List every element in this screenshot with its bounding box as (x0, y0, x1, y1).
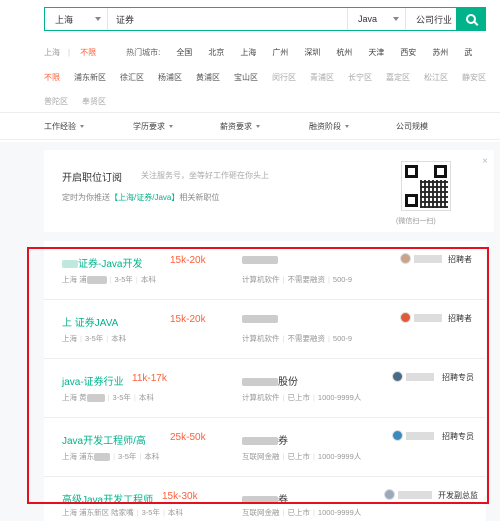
job-title[interactable]: Java开发工程师/高 (62, 432, 146, 447)
subscription-tip: 关注服务号，坐等好工作砸在你头上 (141, 171, 269, 180)
recruiter-role: 开发副总监 (438, 491, 478, 500)
company-name[interactable]: 券 (242, 432, 288, 447)
filter-bar: 工作经验 学历要求 薪资要求 融资阶段 公司规模 (0, 112, 500, 140)
district-link[interactable]: 松江区 (424, 72, 448, 83)
scan-hint: (微信扫一扫) (396, 218, 436, 225)
district-link[interactable]: 杨浦区 (158, 72, 182, 83)
close-icon[interactable]: × (482, 156, 488, 167)
recruiter-role: 招聘专员 (442, 432, 474, 441)
district-link[interactable]: 闵行区 (272, 72, 296, 83)
district-unlimited[interactable]: 不限 (44, 72, 60, 83)
job-salary: 25k-50k (170, 432, 206, 443)
district-link[interactable]: 黄浦区 (196, 72, 220, 83)
avatar (400, 253, 411, 264)
job-title[interactable]: 证券-Java开发 (62, 255, 142, 270)
city-link[interactable]: 全国 (176, 47, 192, 58)
company-meta: 互联网金融 | 已上市 | 1000-9999人 (242, 452, 362, 461)
district-link[interactable]: 奉贤区 (82, 96, 106, 107)
search-button[interactable] (456, 7, 486, 31)
company-meta: 计算机软件 | 不需要融资 | 500-9 (242, 275, 353, 284)
job-salary: 15k-20k (170, 314, 206, 325)
city-link[interactable]: 上海 (240, 47, 256, 58)
chevron-down-icon (393, 17, 399, 21)
recruiter-name (398, 491, 432, 499)
filter-funding[interactable]: 融资阶段 (309, 121, 349, 132)
job-salary: 11k-17k (132, 373, 167, 384)
district-link[interactable]: 浦东新区 (74, 72, 106, 83)
job-item[interactable]: Java开发工程师/高 25k-50k 上海 浦东 | 3-5年 | 本科 券 互联网金… (44, 418, 486, 477)
job-item[interactable]: 高级Java开发工程师 15k-30k 上海 浦东新区 陆家嘴 | 3-5年 | 本科 … (44, 477, 486, 521)
district-link[interactable]: 宝山区 (234, 72, 258, 83)
city-select[interactable]: 上海 (45, 8, 107, 30)
language-select[interactable]: Java (347, 8, 405, 30)
city-link[interactable]: 苏州 (432, 47, 448, 58)
subscription-card: 开启职位订阅 关注服务号，坐等好工作砸在你头上 定时为你推送【上海/证券/Jav… (44, 150, 494, 232)
city-link[interactable]: 北京 (208, 47, 224, 58)
job-list: 证券-Java开发 15k-20k 上海 浦 | 3-5年 | 本科 计算机软件 | 不需要… (44, 241, 486, 521)
city-link[interactable]: 武 (464, 47, 472, 58)
avatar (392, 371, 403, 382)
job-item[interactable]: 证券-Java开发 15k-20k 上海 浦 | 3-5年 | 本科 计算机软件 | 不需要… (44, 241, 486, 300)
city-unlimited[interactable]: 不限 (80, 47, 96, 58)
recruiter-name (406, 432, 434, 440)
job-meta: 上海 黄 | 3-5年 | 本科 (62, 393, 154, 403)
city-link[interactable]: 天津 (368, 47, 384, 58)
subscription-line: 定时为你推送【上海/证券/Java】相关新职位 (62, 193, 220, 202)
company-meta: 计算机软件 | 不需要融资 | 500-9 (242, 334, 353, 343)
job-meta: 上海 浦 | 3-5年 | 本科 (62, 275, 156, 285)
search-icon (466, 14, 476, 24)
district-link[interactable]: 普陀区 (44, 96, 68, 107)
avatar (392, 430, 403, 441)
recruiter-name (414, 255, 442, 263)
city-link[interactable]: 西安 (400, 47, 416, 58)
filter-education[interactable]: 学历要求 (133, 121, 173, 132)
city-link[interactable]: 广州 (272, 47, 288, 58)
district-link[interactable]: 长宁区 (348, 72, 372, 83)
district-link[interactable]: 徐汇区 (120, 72, 144, 83)
district-link[interactable]: 嘉定区 (386, 72, 410, 83)
job-title[interactable]: 高级Java开发工程师 (62, 491, 153, 506)
subscription-title: 开启职位订阅 (62, 173, 122, 184)
search-bar: 上海 证券 Java 公司行业 (44, 7, 486, 31)
job-item[interactable]: java-证券行业 11k-17k 上海 黄 | 3-5年 | 本科 股份 计算机软件 |… (44, 359, 486, 418)
job-salary: 15k-30k (162, 491, 198, 502)
city-link[interactable]: 杭州 (336, 47, 352, 58)
top-panel: 上海 证券 Java 公司行业 上海 | 不限 热门城市: 全国 北京 上海 广… (0, 0, 500, 142)
city-link[interactable]: 深圳 (304, 47, 320, 58)
recruiter-role: 招聘者 (448, 255, 472, 264)
company-name[interactable] (242, 255, 278, 266)
job-meta: 上海 浦东 | 3-5年 | 本科 (62, 452, 160, 462)
job-item[interactable]: 上 证券JAVA 15k-20k 上海 | 3-5年 | 本科 计算机软件 | 不需要融资 |… (44, 300, 486, 359)
recruiter-role: 招聘者 (448, 314, 472, 323)
filter-company-size[interactable]: 公司规模 (396, 121, 436, 132)
qr-code-icon (401, 161, 451, 211)
recruiter-name (406, 373, 434, 381)
job-meta: 上海 | 3-5年 | 本科 (62, 334, 127, 343)
filter-experience[interactable]: 工作经验 (44, 121, 84, 132)
district-link[interactable]: 静安区 (462, 72, 486, 83)
district-link[interactable]: 青浦区 (310, 72, 334, 83)
district-row: 不限 浦东新区 徐汇区 杨浦区 黄浦区 宝山区 闵行区 青浦区 长宁区 嘉定区 … (44, 72, 500, 83)
subscription-tag[interactable]: 【上海/证券/Java】 (110, 193, 179, 202)
job-title[interactable]: 上 证券JAVA (62, 314, 118, 329)
district-row-2: 普陀区 奉贤区 (44, 96, 120, 107)
filter-salary[interactable]: 薪资要求 (220, 121, 260, 132)
avatar (384, 489, 395, 500)
company-meta: 互联网金融 | 已上市 | 1000-9999人 (242, 508, 362, 517)
avatar (400, 312, 411, 323)
city-row: 上海 | 不限 热门城市: 全国 北京 上海 广州 深圳 杭州 天津 西安 苏州… (44, 47, 473, 58)
chevron-down-icon (95, 17, 101, 21)
search-input[interactable]: 证券 (107, 8, 347, 30)
company-meta: 计算机软件 | 已上市 | 1000-9999人 (242, 393, 362, 402)
company-name[interactable] (242, 314, 278, 325)
job-meta: 上海 浦东新区 陆家嘴 | 3-5年 | 本科 (62, 508, 183, 517)
recruiter-role: 招聘专员 (442, 373, 474, 382)
recruiter-name (414, 314, 442, 322)
job-salary: 15k-20k (170, 255, 206, 266)
company-name[interactable]: 券 (242, 491, 288, 506)
company-name[interactable]: 股份 (242, 373, 298, 388)
job-title[interactable]: java-证券行业 (62, 373, 124, 388)
